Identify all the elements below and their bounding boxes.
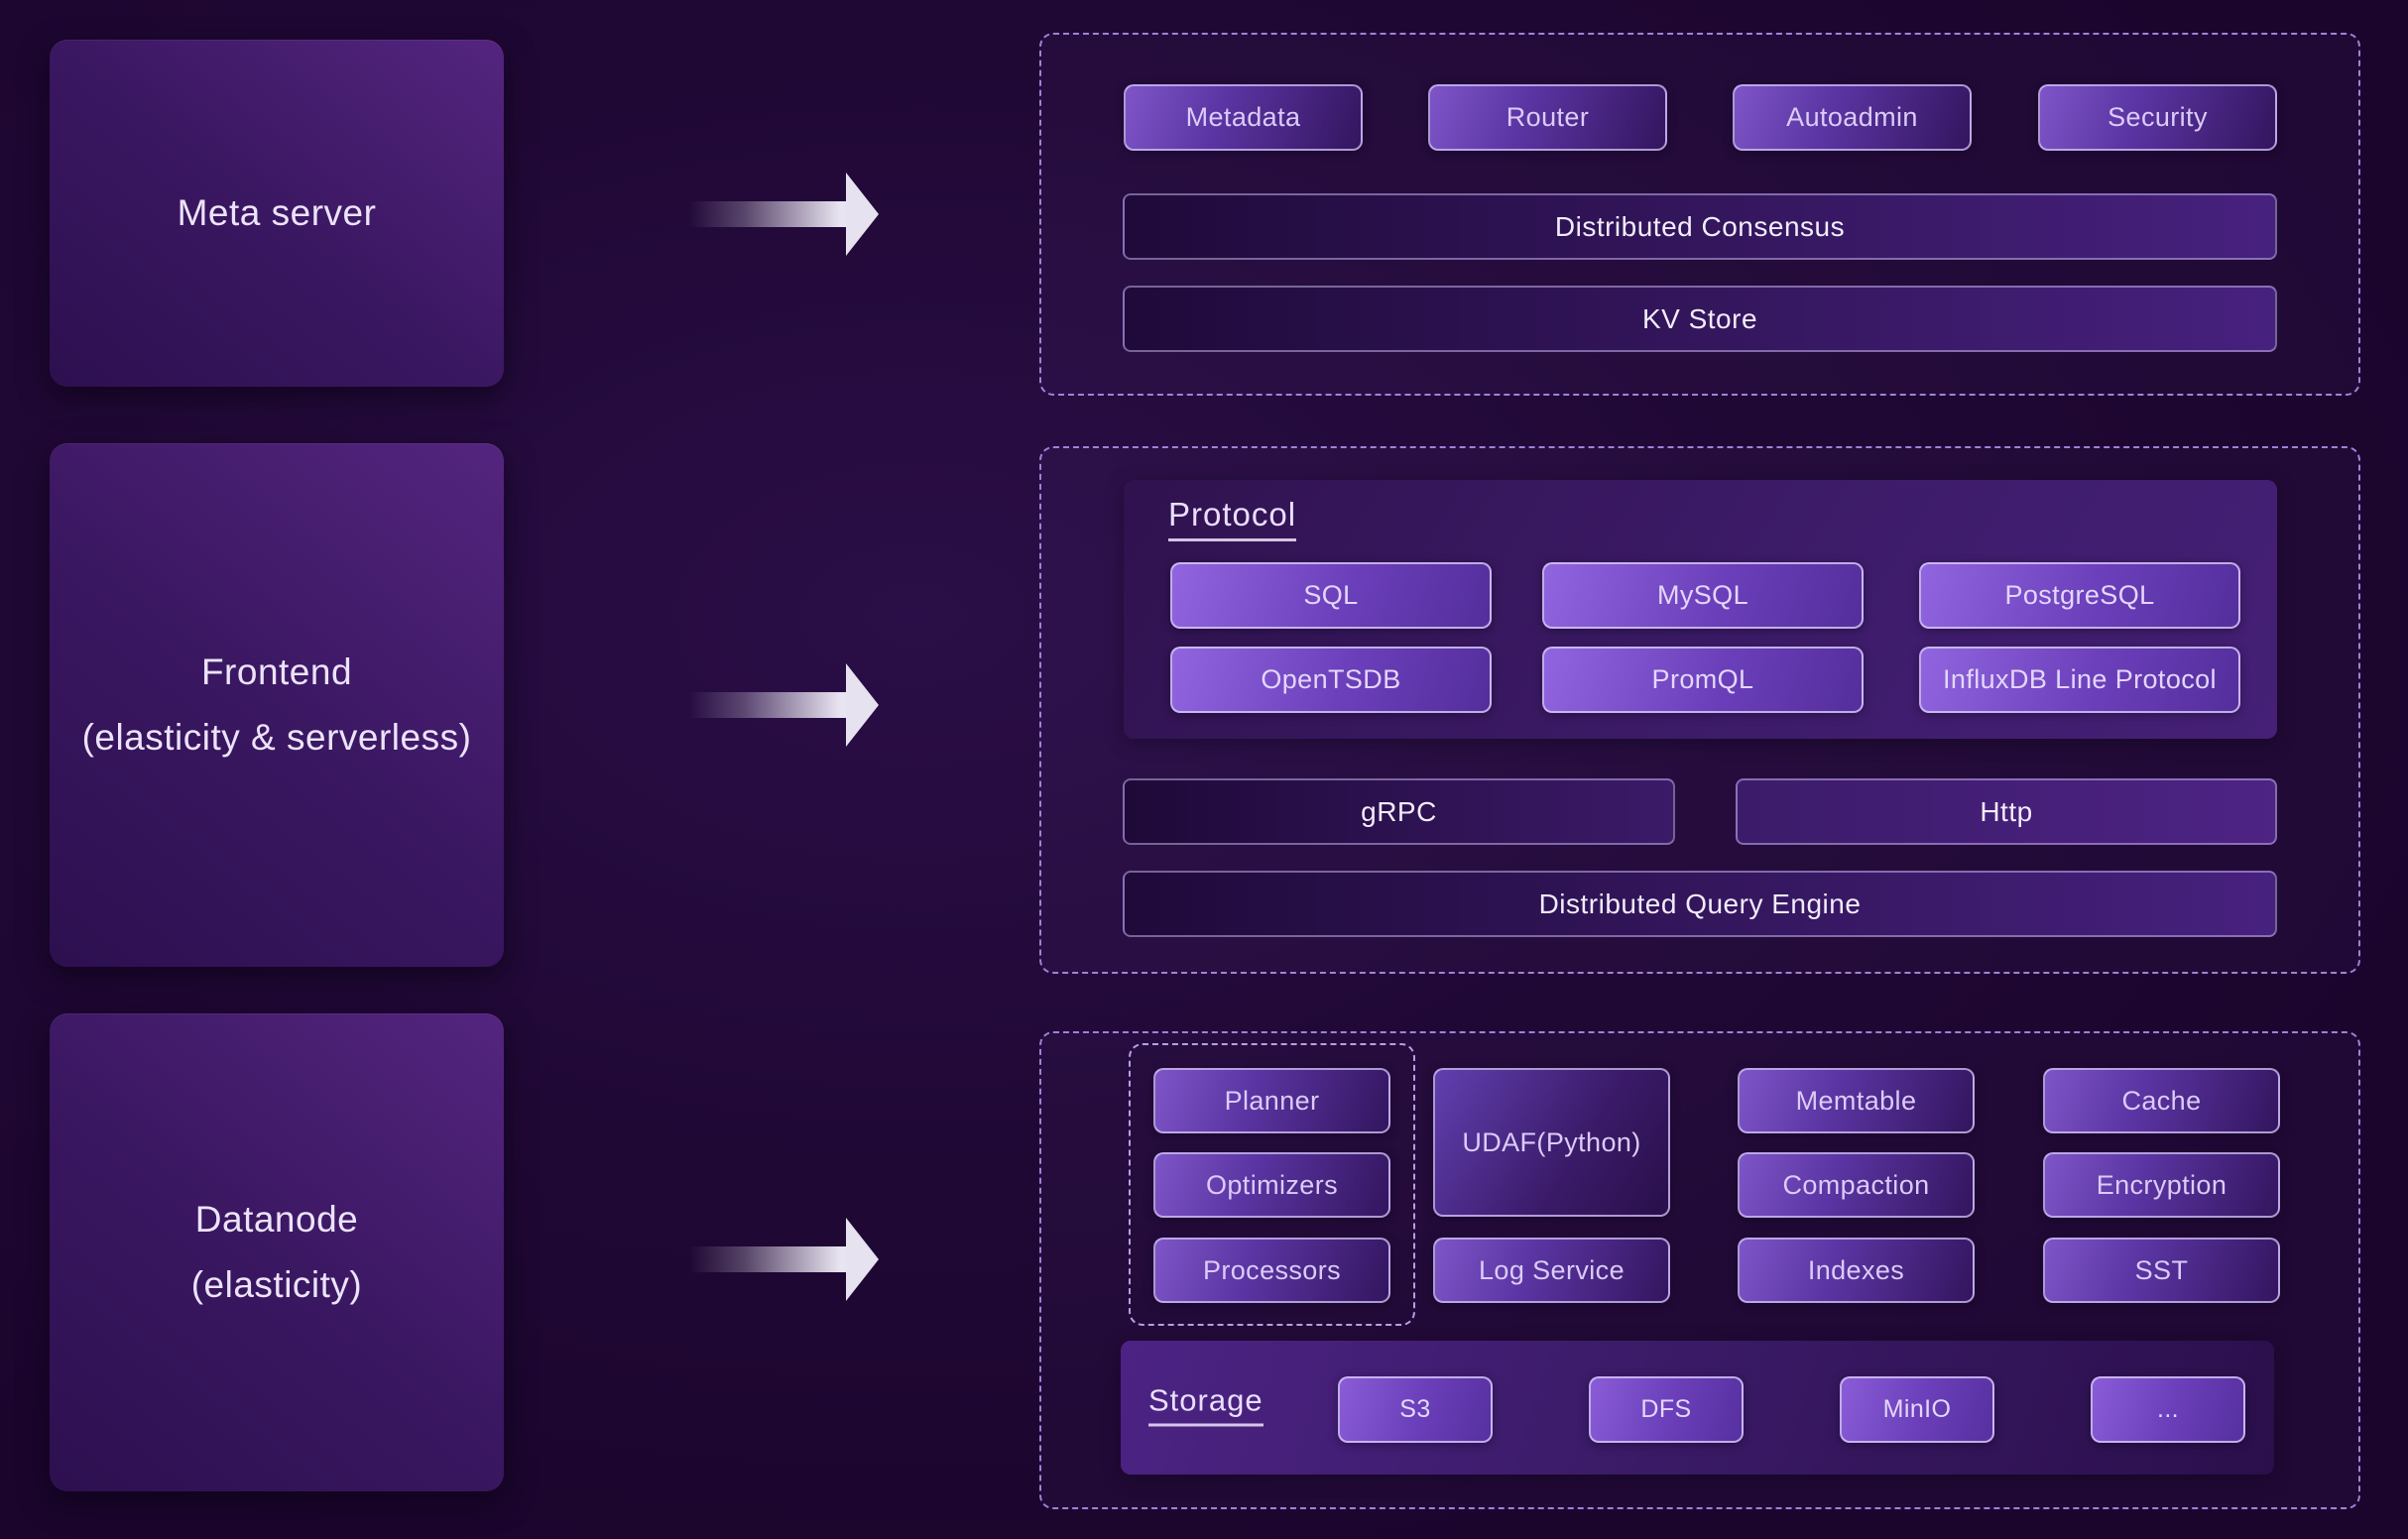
frontend-label: Frontend (elasticity & serverless) [82, 640, 472, 770]
protocol-heading: Protocol [1168, 496, 1296, 541]
encryption-cell: Encryption [2043, 1152, 2280, 1218]
query-components-group: Planner Optimizers Processors [1129, 1043, 1415, 1326]
opentsdb-chip: OpenTSDB [1170, 647, 1492, 713]
architecture-diagram: Meta server Frontend (elasticity & serve… [0, 0, 2408, 1539]
mysql-chip: MySQL [1542, 562, 1864, 629]
storage-panel: Storage S3 DFS MinIO ... [1121, 1341, 2274, 1475]
router-chip: Router [1428, 84, 1667, 151]
promql-chip: PromQL [1542, 647, 1864, 713]
more-options-chip: ... [2091, 1376, 2245, 1443]
dfs-chip: DFS [1589, 1376, 1744, 1443]
storage-heading: Storage [1148, 1382, 1264, 1426]
arrow-shaft [689, 1246, 848, 1272]
s3-chip: S3 [1338, 1376, 1493, 1443]
arrow-head-icon [846, 663, 879, 747]
arrow-head-icon [846, 1218, 879, 1301]
flow-arrow-frontend [689, 663, 880, 747]
processors-cell: Processors [1153, 1238, 1390, 1303]
metadata-chip: Metadata [1124, 84, 1363, 151]
autoadmin-chip: Autoadmin [1733, 84, 1972, 151]
arrow-head-icon [846, 173, 879, 256]
sql-chip: SQL [1170, 562, 1492, 629]
compaction-cell: Compaction [1738, 1152, 1975, 1218]
node-line: (elasticity) [191, 1252, 363, 1318]
meta-server-node: Meta server [50, 40, 504, 387]
node-line: Meta server [178, 180, 377, 246]
node-line: Datanode [191, 1187, 363, 1252]
minio-chip: MinIO [1840, 1376, 1994, 1443]
sst-cell: SST [2043, 1238, 2280, 1303]
influxdb-line-protocol-chip: InfluxDB Line Protocol [1919, 647, 2240, 713]
meta-server-label: Meta server [178, 180, 377, 246]
node-line: (elasticity & serverless) [82, 705, 472, 770]
memtable-cell: Memtable [1738, 1068, 1975, 1133]
postgresql-chip: PostgreSQL [1919, 562, 2240, 629]
datanode-label: Datanode (elasticity) [191, 1187, 363, 1318]
http-bar: Http [1736, 778, 2277, 845]
udaf-python-cell: UDAF(Python) [1433, 1068, 1670, 1217]
flow-arrow-datanode [689, 1218, 880, 1301]
kv-store-bar: KV Store [1123, 286, 2277, 352]
meta-section: Metadata Router Autoadmin Security Distr… [1039, 33, 2360, 396]
security-chip: Security [2038, 84, 2277, 151]
indexes-cell: Indexes [1738, 1238, 1975, 1303]
arrow-shaft [689, 201, 848, 227]
grpc-bar: gRPC [1123, 778, 1675, 845]
node-line: Frontend [82, 640, 472, 705]
planner-cell: Planner [1153, 1068, 1390, 1133]
distributed-query-engine-bar: Distributed Query Engine [1123, 871, 2277, 937]
flow-arrow-meta [689, 173, 880, 256]
frontend-section: Protocol SQL MySQL PostgreSQL OpenTSDB P… [1039, 446, 2360, 974]
distributed-consensus-bar: Distributed Consensus [1123, 193, 2277, 260]
datanode-node: Datanode (elasticity) [50, 1013, 504, 1491]
arrow-shaft [689, 692, 848, 718]
optimizers-cell: Optimizers [1153, 1152, 1390, 1218]
protocol-panel: Protocol SQL MySQL PostgreSQL OpenTSDB P… [1124, 480, 2277, 739]
frontend-node: Frontend (elasticity & serverless) [50, 443, 504, 967]
log-service-cell: Log Service [1433, 1238, 1670, 1303]
cache-cell: Cache [2043, 1068, 2280, 1133]
datanode-section: Planner Optimizers Processors UDAF(Pytho… [1039, 1031, 2360, 1509]
